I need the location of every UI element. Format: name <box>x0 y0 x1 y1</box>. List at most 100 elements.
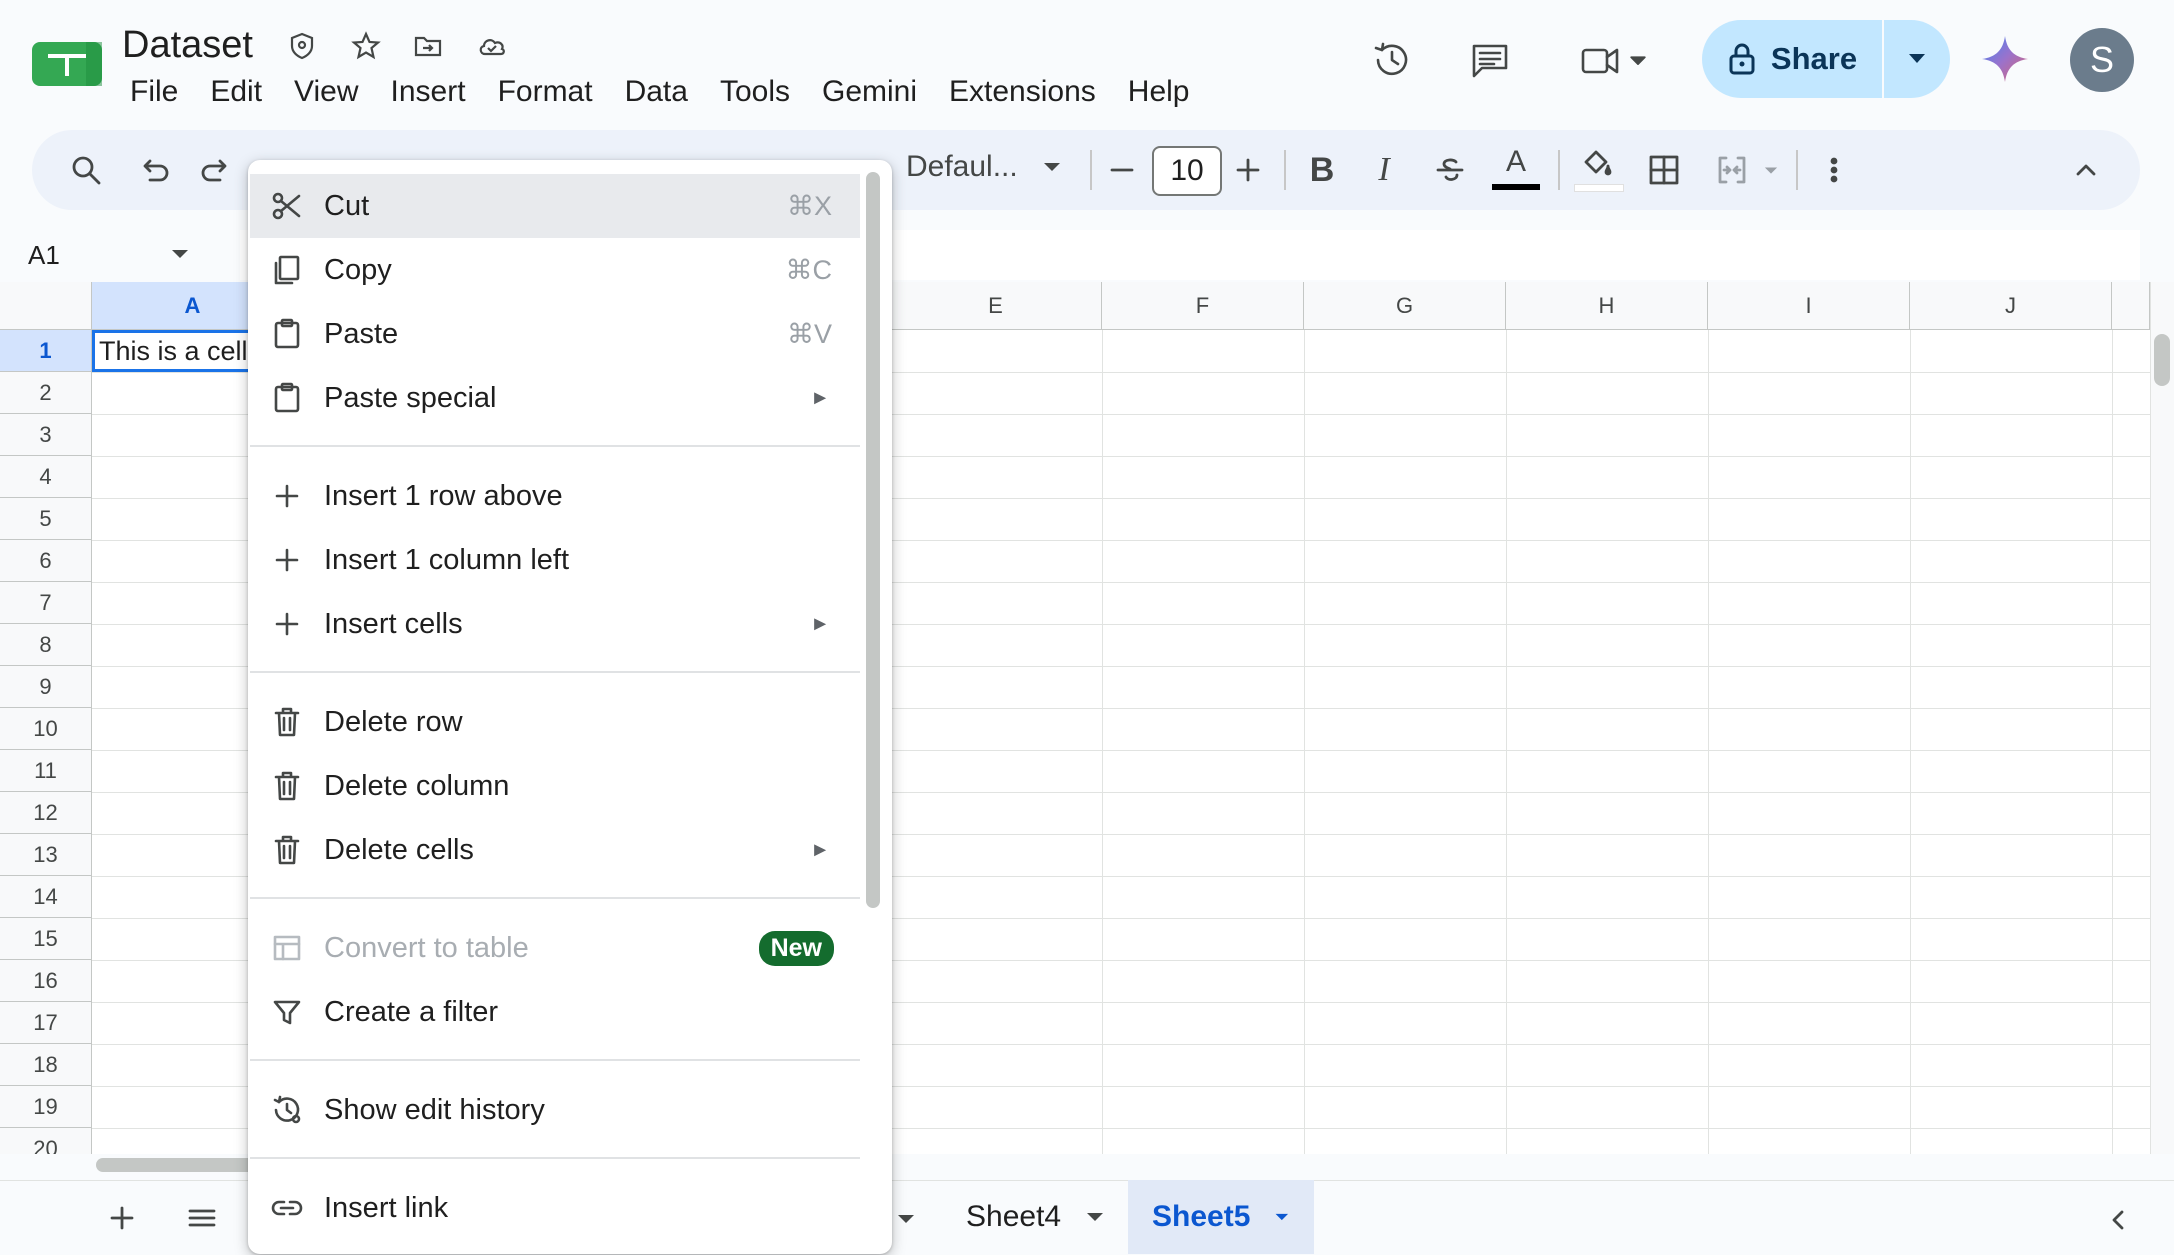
shield-icon[interactable] <box>284 28 320 64</box>
context-menu-scrollbar[interactable] <box>866 172 880 908</box>
tab-sheet5[interactable]: Sheet5 <box>1128 1180 1314 1254</box>
row-header[interactable]: 14 <box>0 876 92 918</box>
row-header[interactable]: 4 <box>0 456 92 498</box>
name-box[interactable]: A1 <box>0 232 220 278</box>
menu-divider <box>250 445 860 447</box>
sheet-dropdown-icon[interactable] <box>896 1212 916 1230</box>
redo-icon[interactable] <box>194 148 238 192</box>
row-header[interactable]: 17 <box>0 1002 92 1044</box>
column-header-j[interactable]: J <box>1910 282 2112 330</box>
share-button[interactable]: Share <box>1702 20 1882 98</box>
menu-item-delete-cells[interactable]: Delete cells ► <box>250 818 860 882</box>
menu-item-create-filter[interactable]: Create a filter <box>250 980 860 1044</box>
column-header-e[interactable]: E <box>890 282 1102 330</box>
table-icon <box>250 931 324 965</box>
trash-icon <box>250 705 324 739</box>
gemini-icon[interactable] <box>1980 34 2030 84</box>
fill-color-icon[interactable] <box>1574 142 1618 186</box>
font-size-input[interactable]: 10 <box>1152 146 1222 196</box>
share-dropdown-button[interactable] <box>1884 20 1950 98</box>
menu-gemini[interactable]: Gemini <box>806 72 933 112</box>
sheets-logo[interactable] <box>32 38 102 90</box>
more-vert-icon[interactable] <box>1812 148 1856 192</box>
menu-insert[interactable]: Insert <box>375 72 482 112</box>
row-header[interactable]: 2 <box>0 372 92 414</box>
decrease-font-size-icon[interactable] <box>1100 148 1144 192</box>
version-history-icon[interactable] <box>1364 32 1420 88</box>
explore-panel-icon[interactable] <box>2096 1198 2140 1242</box>
menu-data[interactable]: Data <box>609 72 704 112</box>
menu-item-insert-link[interactable]: Insert link <box>250 1176 860 1240</box>
toolbar-divider <box>1558 150 1560 190</box>
comments-icon[interactable] <box>1462 32 1518 88</box>
row-header[interactable]: 19 <box>0 1086 92 1128</box>
vertical-scroll-thumb[interactable] <box>2154 334 2170 386</box>
column-header-partial[interactable] <box>2112 282 2150 330</box>
menu-extensions[interactable]: Extensions <box>933 72 1112 112</box>
borders-icon[interactable] <box>1642 148 1686 192</box>
menu-item-insert-column-left[interactable]: Insert 1 column left <box>250 528 860 592</box>
tab-sheet4[interactable]: Sheet4 <box>942 1180 1129 1254</box>
column-header-g[interactable]: G <box>1304 282 1506 330</box>
row-header[interactable]: 3 <box>0 414 92 456</box>
strikethrough-icon[interactable] <box>1428 148 1472 192</box>
collapse-toolbar-icon[interactable] <box>2064 148 2108 192</box>
menu-divider <box>250 1157 860 1159</box>
vertical-scrollbar[interactable] <box>2150 282 2174 1154</box>
row-header[interactable]: 20 <box>0 1128 92 1154</box>
menu-item-insert-cells[interactable]: Insert cells ► <box>250 592 860 656</box>
horizontal-scroll-thumb[interactable] <box>96 1158 256 1172</box>
column-header-i[interactable]: I <box>1708 282 1910 330</box>
menu-item-paste-special[interactable]: Paste special ► <box>250 366 860 430</box>
menu-help[interactable]: Help <box>1112 72 1206 112</box>
meet-dropdown-icon[interactable] <box>1620 32 1656 88</box>
increase-font-size-icon[interactable] <box>1226 148 1270 192</box>
row-header[interactable]: 12 <box>0 792 92 834</box>
search-icon[interactable] <box>64 148 108 192</box>
select-all-corner[interactable] <box>0 282 92 330</box>
row-header[interactable]: 15 <box>0 918 92 960</box>
menu-item-delete-row[interactable]: Delete row <box>250 690 860 754</box>
menu-item-insert-row-above[interactable]: Insert 1 row above <box>250 464 860 528</box>
row-header[interactable]: 7 <box>0 582 92 624</box>
document-title[interactable]: Dataset <box>122 24 253 67</box>
row-header[interactable]: 8 <box>0 624 92 666</box>
avatar[interactable]: S <box>2070 28 2134 92</box>
undo-icon[interactable] <box>132 148 176 192</box>
menu-item-cut[interactable]: Cut ⌘X <box>250 174 860 238</box>
menu-item-label: Insert link <box>324 1191 449 1224</box>
row-header[interactable]: 18 <box>0 1044 92 1086</box>
menu-item-show-edit-history[interactable]: Show edit history <box>250 1078 860 1142</box>
menu-edit[interactable]: Edit <box>194 72 278 112</box>
row-header[interactable]: 6 <box>0 540 92 582</box>
column-header-f[interactable]: F <box>1102 282 1304 330</box>
menu-item-copy[interactable]: Copy ⌘C <box>250 238 860 302</box>
font-family-select[interactable]: Defaul... <box>906 150 1062 184</box>
row-header[interactable]: 16 <box>0 960 92 1002</box>
row-header[interactable]: 13 <box>0 834 92 876</box>
menu-item-paste[interactable]: Paste ⌘V <box>250 302 860 366</box>
merge-dropdown-icon[interactable] <box>1756 148 1786 192</box>
add-sheet-icon[interactable] <box>100 1196 144 1240</box>
italic-button[interactable]: I <box>1362 148 1406 192</box>
row-header[interactable]: 9 <box>0 666 92 708</box>
toolbar-divider <box>1090 150 1092 190</box>
star-icon[interactable] <box>348 28 384 64</box>
cloud-saved-icon[interactable] <box>474 28 510 64</box>
all-sheets-icon[interactable] <box>180 1196 224 1240</box>
row-header[interactable]: 10 <box>0 708 92 750</box>
copy-icon <box>250 253 324 287</box>
menu-tools[interactable]: Tools <box>704 72 806 112</box>
menu-file[interactable]: File <box>114 72 194 112</box>
menu-format[interactable]: Format <box>482 72 609 112</box>
move-to-folder-icon[interactable] <box>410 28 446 64</box>
row-header[interactable]: 5 <box>0 498 92 540</box>
menu-item-delete-column[interactable]: Delete column <box>250 754 860 818</box>
merge-cells-icon[interactable] <box>1710 148 1754 192</box>
bold-button[interactable]: B <box>1300 148 1344 192</box>
text-color-button[interactable]: A <box>1494 140 1538 184</box>
row-header[interactable]: 11 <box>0 750 92 792</box>
row-header[interactable]: 1 <box>0 330 92 372</box>
menu-view[interactable]: View <box>278 72 374 112</box>
column-header-h[interactable]: H <box>1506 282 1708 330</box>
